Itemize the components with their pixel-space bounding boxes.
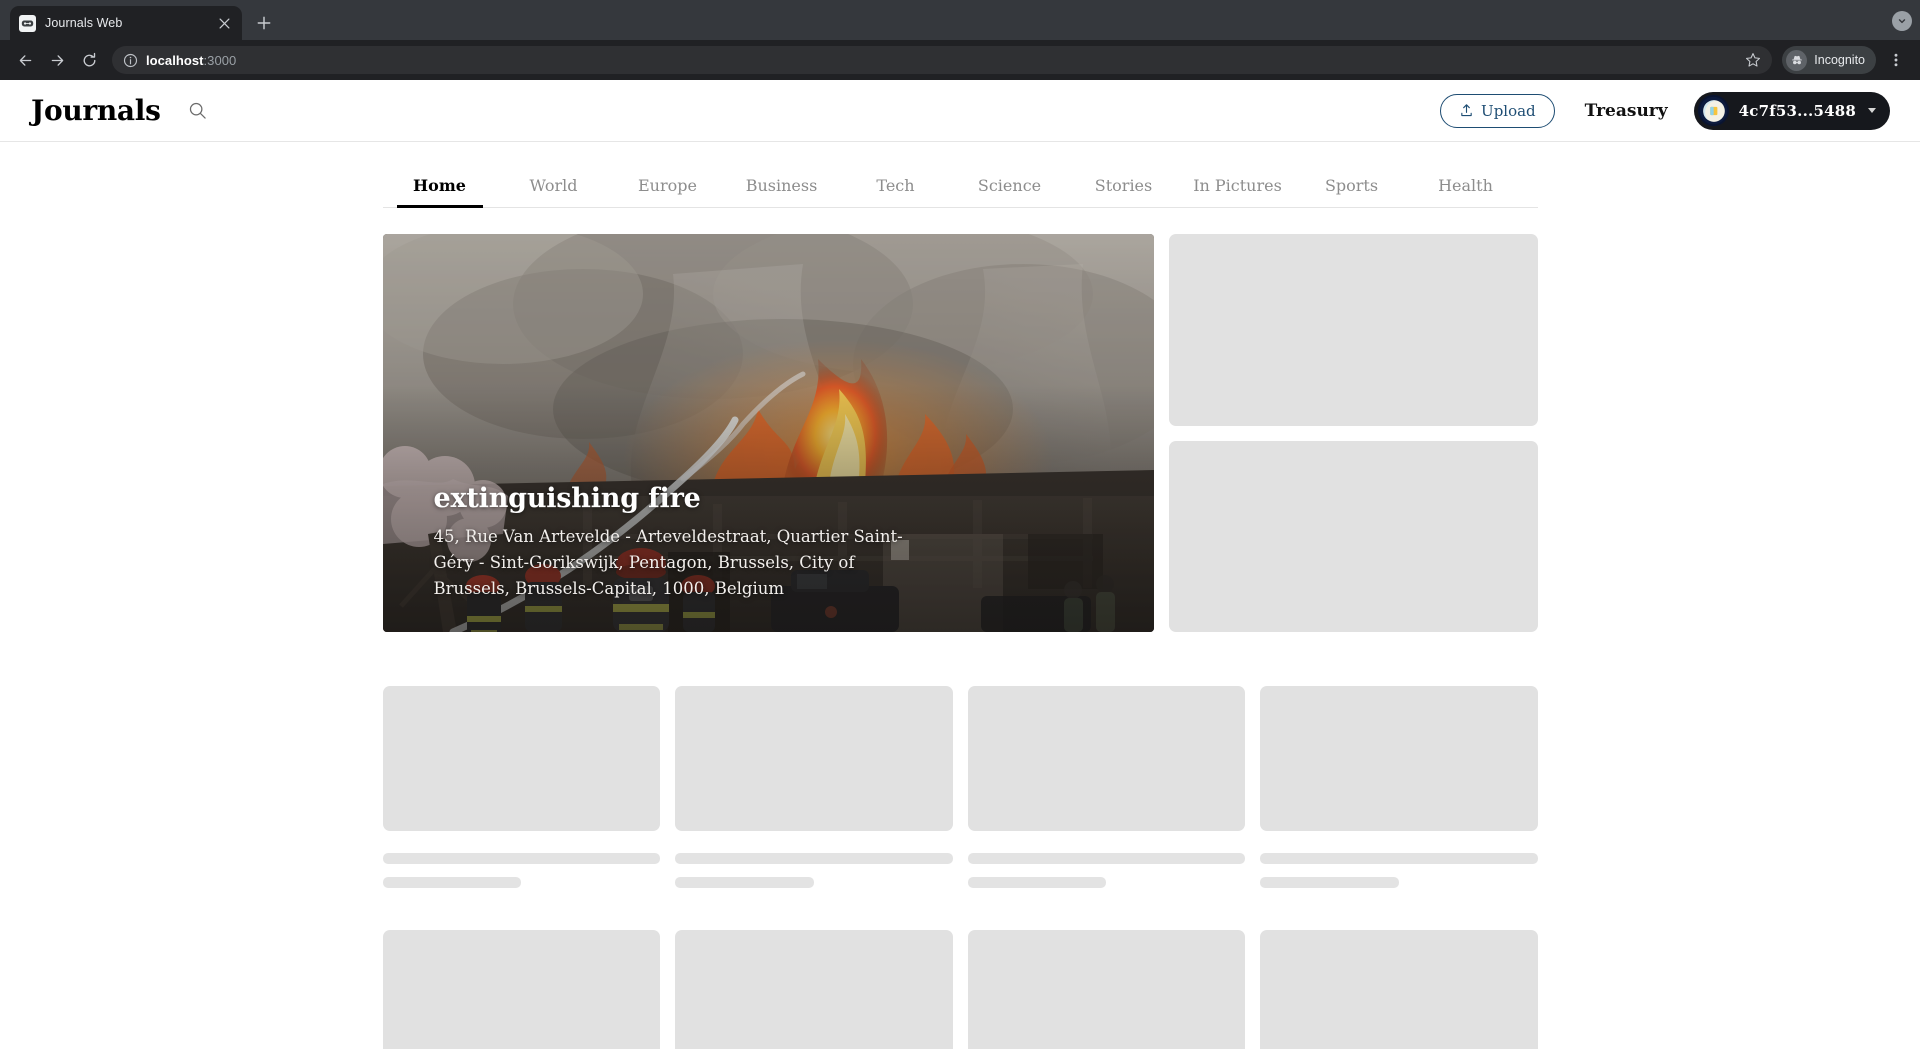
tab-business[interactable]: Business — [725, 170, 839, 207]
hero-title: extinguishing fire — [433, 482, 701, 514]
card-meta-skeleton — [1260, 877, 1399, 888]
hero-row: extinguishing fire 45, Rue Van Artevelde… — [382, 234, 1538, 632]
tab-health[interactable]: Health — [1409, 170, 1523, 207]
tab-in-pictures[interactable]: In Pictures — [1181, 170, 1295, 207]
side-skeleton-2 — [1168, 440, 1538, 632]
content-container: Home World Europe Business Tech Science … — [382, 142, 1538, 1049]
card-image-skeleton — [1260, 686, 1538, 831]
close-icon[interactable] — [215, 14, 233, 32]
arrow-left-icon — [19, 54, 31, 66]
tab-tech[interactable]: Tech — [839, 170, 953, 207]
category-tabs: Home World Europe Business Tech Science … — [382, 170, 1538, 208]
address-bar[interactable]: localhost:3000 — [112, 46, 1773, 74]
card-grid-row-2 — [382, 930, 1538, 1049]
incognito-hat-icon — [1786, 49, 1808, 71]
card-8[interactable] — [1260, 930, 1538, 1049]
upload-icon — [1461, 104, 1472, 117]
browser-tab[interactable]: Journals Web — [10, 6, 242, 40]
browser-window: Journals Web localhost:3000 Incognito Jo… — [0, 0, 1920, 1049]
card-image-skeleton — [675, 930, 953, 1049]
upload-button-label: Upload — [1481, 101, 1536, 120]
info-circle-icon[interactable] — [122, 52, 138, 68]
browser-tab-strip: Journals Web — [0, 0, 1920, 40]
card-image-skeleton — [675, 686, 953, 831]
chevron-down-icon — [1898, 19, 1906, 24]
wallet-button[interactable]: 4c7f53...5488 — [1693, 91, 1890, 130]
card-image-skeleton — [967, 930, 1245, 1049]
tab-home[interactable]: Home — [383, 170, 497, 208]
tab-science[interactable]: Science — [953, 170, 1067, 207]
hero-text-block: extinguishing fire 45, Rue Van Artevelde… — [434, 483, 1094, 602]
card-6[interactable] — [675, 930, 953, 1049]
page-viewport: Journals Upload Treasury 4c7f53...5488 H… — [0, 80, 1920, 1049]
hero-side-column — [1168, 234, 1538, 632]
card-title-skeleton — [1260, 853, 1538, 864]
window-minimize-button[interactable] — [1892, 11, 1912, 31]
hero-article-card[interactable]: extinguishing fire 45, Rue Van Artevelde… — [382, 234, 1154, 632]
reload-button[interactable] — [74, 45, 104, 75]
card-1[interactable] — [382, 686, 660, 888]
site-header: Journals Upload Treasury 4c7f53...5488 — [0, 80, 1920, 142]
card-meta-skeleton — [967, 877, 1107, 888]
card-4[interactable] — [1260, 686, 1538, 888]
card-3[interactable] — [967, 686, 1245, 888]
url-host: localhost — [146, 52, 204, 68]
card-meta-skeleton — [675, 877, 814, 888]
address-bar-text: localhost:3000 — [146, 53, 1736, 68]
hero-subtitle: 45, Rue Van Artevelde - Arteveldestraat,… — [433, 526, 903, 598]
arrow-right-icon — [51, 54, 63, 66]
card-5[interactable] — [382, 930, 660, 1049]
incognito-label: Incognito — [1814, 53, 1865, 67]
brand-logo[interactable]: Journals — [30, 96, 161, 125]
new-tab-button[interactable] — [250, 9, 278, 37]
wallet-address: 4c7f53...5488 — [1738, 101, 1856, 120]
search-icon[interactable] — [187, 100, 209, 122]
card-grid-row-1 — [382, 686, 1538, 888]
journals-favicon-icon — [19, 14, 36, 32]
forward-button[interactable] — [42, 45, 72, 75]
card-title-skeleton — [967, 853, 1245, 864]
card-image-skeleton — [382, 686, 660, 831]
browser-tab-title: Journals Web — [45, 16, 123, 30]
card-image-skeleton — [967, 686, 1245, 831]
tab-stories[interactable]: Stories — [1067, 170, 1181, 207]
tab-world[interactable]: World — [497, 170, 611, 207]
plus-icon — [257, 16, 271, 30]
side-skeleton-1 — [1168, 234, 1538, 426]
kebab-menu-icon[interactable] — [1882, 46, 1910, 74]
upload-button[interactable]: Upload — [1440, 93, 1555, 128]
chevron-down-icon[interactable] — [1868, 108, 1876, 113]
card-title-skeleton — [382, 853, 660, 864]
tab-europe[interactable]: Europe — [611, 170, 725, 207]
wallet-avatar-icon — [1697, 95, 1729, 126]
url-port: :3000 — [203, 52, 237, 68]
window-controls — [1892, 11, 1912, 31]
card-2[interactable] — [675, 686, 953, 888]
card-image-skeleton — [382, 930, 660, 1049]
card-title-skeleton — [675, 853, 953, 864]
card-image-skeleton — [1260, 930, 1538, 1049]
card-meta-skeleton — [382, 877, 522, 888]
reload-icon — [83, 52, 95, 66]
star-icon[interactable] — [1744, 51, 1762, 69]
treasury-link[interactable]: Treasury — [1585, 101, 1668, 121]
card-7[interactable] — [967, 930, 1245, 1049]
browser-toolbar: localhost:3000 Incognito — [0, 40, 1920, 80]
incognito-indicator[interactable]: Incognito — [1782, 46, 1876, 74]
tab-sports[interactable]: Sports — [1295, 170, 1409, 207]
back-button[interactable] — [10, 45, 40, 75]
